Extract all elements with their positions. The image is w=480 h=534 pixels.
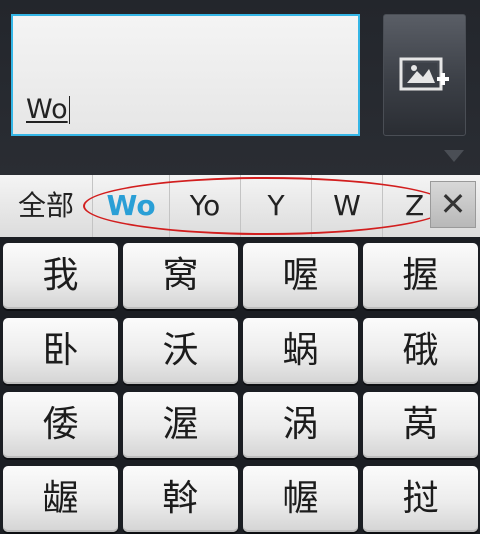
character-key[interactable]: 渥 xyxy=(123,392,238,458)
character-key[interactable]: 喔 xyxy=(243,243,358,309)
compose-area: Wo xyxy=(0,0,480,175)
character-key[interactable]: 蜗 xyxy=(243,318,358,384)
candidate-item[interactable]: Wo xyxy=(93,175,170,237)
message-input-text: Wo xyxy=(26,94,70,125)
character-key[interactable]: 龌 xyxy=(3,466,118,532)
candidate-item[interactable]: Yo xyxy=(170,175,241,237)
candidate-all-button[interactable]: 全部 xyxy=(0,175,93,237)
character-key[interactable]: 挝 xyxy=(363,466,478,532)
candidate-item[interactable]: W xyxy=(312,175,383,237)
character-key[interactable]: 涡 xyxy=(243,392,358,458)
character-key[interactable]: 握 xyxy=(363,243,478,309)
candidate-bar: 全部 Wo Yo Y W Z xyxy=(0,175,480,238)
character-key[interactable]: 我 xyxy=(3,243,118,309)
candidate-item[interactable]: Y xyxy=(241,175,312,237)
character-key-grid: 我 窝 喔 握 卧 沃 蜗 硪 倭 渥 涡 莴 龌 斡 幄 挝 xyxy=(0,237,480,534)
message-input[interactable]: Wo xyxy=(11,14,360,136)
candidate-item[interactable]: Z xyxy=(383,175,429,237)
character-key[interactable]: 莴 xyxy=(363,392,478,458)
character-key[interactable]: 倭 xyxy=(3,392,118,458)
character-key[interactable]: 硪 xyxy=(363,318,478,384)
character-key[interactable]: 幄 xyxy=(243,466,358,532)
character-key[interactable]: 斡 xyxy=(123,466,238,532)
close-icon: ✕ xyxy=(439,185,467,223)
text-caret xyxy=(68,96,70,124)
add-image-icon xyxy=(399,57,449,91)
add-image-button[interactable] xyxy=(383,14,466,136)
popup-pointer xyxy=(444,150,464,162)
character-key[interactable]: 窝 xyxy=(123,243,238,309)
character-key[interactable]: 沃 xyxy=(123,318,238,384)
close-candidates-button[interactable]: ✕ xyxy=(430,181,476,228)
character-key[interactable]: 卧 xyxy=(3,318,118,384)
